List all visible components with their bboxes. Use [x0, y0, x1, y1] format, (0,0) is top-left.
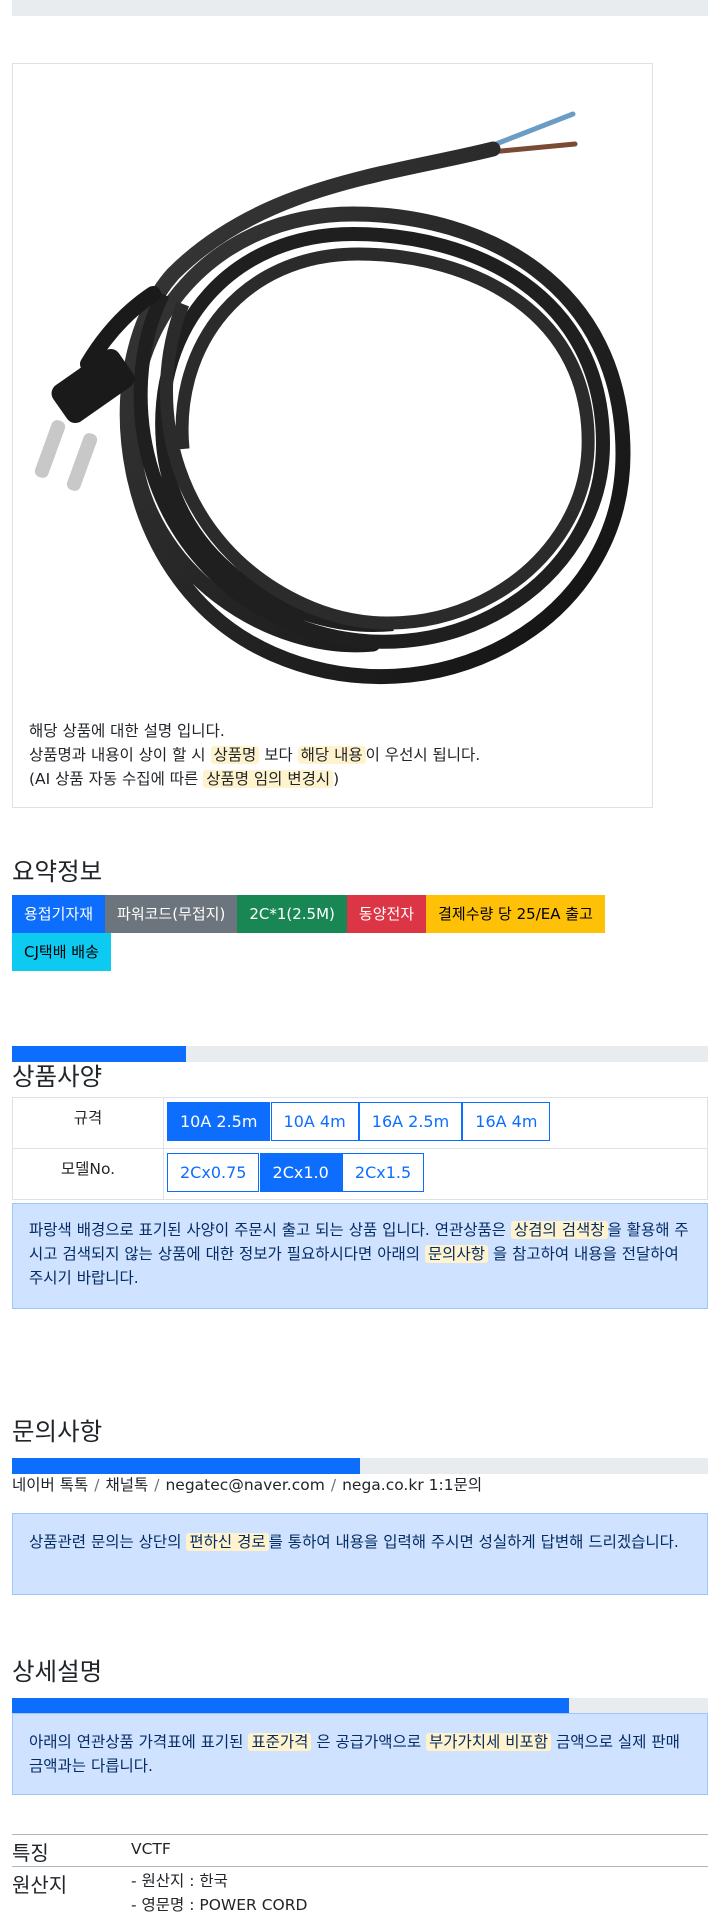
spec-options-size: 10A 2.5m 10A 4m 16A 2.5m 16A 4m: [163, 1097, 708, 1149]
detail-row-feature: 특징 VCTF: [12, 1834, 708, 1866]
notice-line-3: (AI 상품 자동 수집에 따른 상품명 임의 변경시): [29, 767, 480, 791]
highlight-inquiry: 문의사항: [424, 1245, 488, 1263]
spec-options-model: 2Cx0.75 2Cx1.0 2Cx1.5: [163, 1148, 708, 1200]
detail-title: 상세설명: [12, 1657, 103, 1686]
notice-text: ): [333, 770, 340, 788]
notice-text: 상품명과 내용이 상이 할 시: [29, 746, 211, 764]
notice-text: 보다: [259, 746, 298, 764]
highlight-standard-price: 표준가격: [248, 1733, 312, 1751]
option-2cx1-0[interactable]: 2Cx1.0: [259, 1153, 342, 1192]
spec-row-model: 모델No. 2Cx0.75 2Cx1.0 2Cx1.5: [12, 1148, 708, 1200]
summary-title: 요약정보: [12, 857, 103, 886]
spec-label-size: 규격: [12, 1097, 164, 1149]
separator: /: [94, 1476, 100, 1494]
badge-spec: 2C*1(2.5M): [237, 895, 347, 933]
inquiry-progress: [12, 1458, 708, 1474]
option-16a-4m[interactable]: 16A 4m: [462, 1102, 551, 1141]
badge-category: 용접기자재: [12, 895, 106, 933]
notice-line-1: 해당 상품에 대한 설명 입니다.: [29, 722, 225, 740]
contact-channel-talk[interactable]: 채널톡: [105, 1476, 148, 1494]
separator: /: [330, 1476, 337, 1494]
detail-progress: [12, 1698, 708, 1714]
english-name-line: - 영문명 : POWER CORD: [131, 1896, 308, 1914]
alert-text: 아래의 연관상품 가격표에 표기된: [29, 1733, 249, 1751]
alert-text: 은 공급가액으로: [311, 1733, 427, 1751]
inquiry-info-alert: 상품관련 문의는 상단의 편하신 경로 를 통하여 내용을 입력해 주시면 성실하…: [12, 1513, 708, 1595]
notice-line-2: 상품명과 내용이 상이 할 시 상품명 보다 해당 내용 이 우선시 됩니다.: [29, 743, 480, 767]
option-2cx1-5[interactable]: 2Cx1.5: [341, 1153, 425, 1192]
badge-maker: 동양전자: [346, 895, 427, 933]
spec-info-alert: 파랑색 배경으로 표기된 사양이 주문시 출고 되는 상품 입니다. 연관상품은…: [12, 1203, 708, 1309]
option-2cx0-75[interactable]: 2Cx0.75: [167, 1153, 260, 1192]
detail-row-origin: 원산지 - 원산지 : 한국 - 영문명 : POWER CORD: [12, 1866, 708, 1917]
origin-line: - 원산지 : 한국: [131, 1872, 228, 1890]
product-card: 해당 상품에 대한 설명 입니다. 상품명과 내용이 상이 할 시 상품명 보다…: [12, 63, 653, 808]
detail-key-origin: 원산지: [12, 1873, 68, 1897]
highlight-route: 편하신 경로: [186, 1533, 269, 1551]
alert-text: 를 통하여 내용을 입력해 주시면 성실하게 답변해 드리겠습니다.: [268, 1533, 679, 1551]
highlight-product-name: 상품명: [210, 746, 260, 764]
notice-text: 이 우선시 됩니다.: [365, 746, 481, 764]
spec-row-size: 규격 10A 2.5m 10A 4m 16A 2.5m 16A 4m: [12, 1097, 708, 1149]
spec-table: 규격 10A 2.5m 10A 4m 16A 2.5m 16A 4m 모델No.…: [12, 1097, 708, 1200]
detail-value-feature: VCTF: [131, 1840, 171, 1858]
alert-text: 파랑색 배경으로 표기된 사양이 주문시 출고 되는 상품 입니다. 연관상품은: [29, 1221, 511, 1239]
highlight-vat-excluded: 부가가치세 비포함: [426, 1733, 552, 1751]
option-10a-4m[interactable]: 10A 4m: [270, 1102, 359, 1141]
inquiry-title: 문의사항: [12, 1417, 103, 1446]
summary-badges: 용접기자재 파워코드(무접지) 2C*1(2.5M) 동양전자 결제수량 당 2…: [12, 895, 692, 971]
contact-links: 네이버 톡톡 / 채널톡 / negatec@naver.com / nega.co.kr …: [12, 1473, 482, 1495]
option-16a-2-5m[interactable]: 16A 2.5m: [358, 1102, 463, 1141]
detail-value-origin: - 원산지 : 한국 - 영문명 : POWER CORD: [131, 1869, 307, 1917]
product-notice: 해당 상품에 대한 설명 입니다. 상품명과 내용이 상이 할 시 상품명 보다…: [29, 719, 480, 791]
spec-label-model: 모델No.: [12, 1148, 164, 1200]
separator: /: [154, 1476, 160, 1494]
badge-shipping: CJ택배 배송: [12, 933, 111, 971]
highlight-name-change: 상품명 임의 변경시: [203, 770, 334, 788]
highlight-content: 해당 내용: [297, 746, 366, 764]
inquiry-progress-fill: [12, 1458, 360, 1474]
option-10a-2-5m[interactable]: 10A 2.5m: [167, 1102, 271, 1141]
contact-email[interactable]: negatec@naver.com: [165, 1476, 324, 1494]
spec-progress: [12, 1046, 708, 1062]
badge-quantity: 결제수량 당 25/EA 출고: [426, 895, 605, 933]
badge-type: 파워코드(무접지): [105, 895, 238, 933]
contact-website-inquiry[interactable]: nega.co.kr 1:1문의: [342, 1476, 482, 1494]
alert-text: 상품관련 문의는 상단의: [29, 1533, 187, 1551]
detail-progress-fill: [12, 1698, 569, 1714]
top-progress-bar: [12, 0, 708, 16]
spec-title: 상품사양: [12, 1062, 103, 1091]
highlight-search: 상겸의 검색창: [511, 1221, 608, 1239]
detail-key-feature: 특징: [12, 1841, 49, 1865]
detail-info-alert: 아래의 연관상품 가격표에 표기된 표준가격 은 공급가액으로 부가가치세 비포…: [12, 1713, 708, 1795]
contact-naver-talk[interactable]: 네이버 톡톡: [12, 1476, 88, 1494]
product-image: [34, 111, 631, 685]
notice-text: (AI 상품 자동 수집에 따른: [29, 770, 204, 788]
